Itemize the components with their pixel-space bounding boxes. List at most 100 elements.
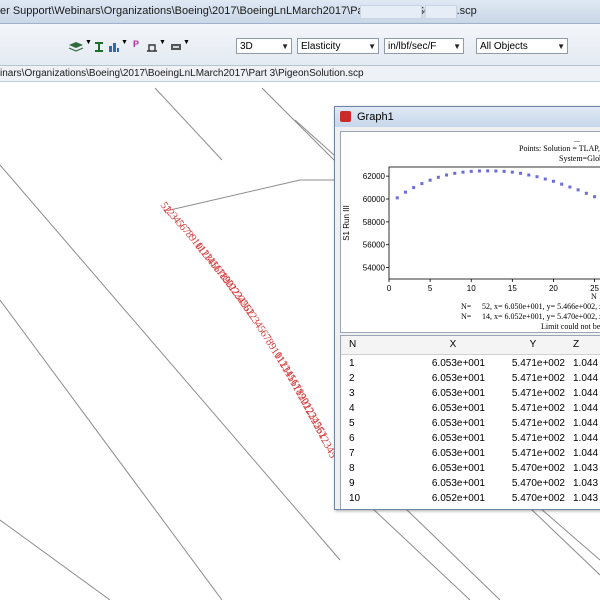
table-cell-z: 1.044 [573,373,599,384]
table-cell-y: 5.471e+002 [511,448,565,459]
table-cell-z: 1.044 [573,388,599,399]
y-tick-label: 58000 [363,218,386,227]
column-header-z[interactable]: Z [573,336,579,354]
table-row[interactable]: 4 6.053e+001 5.471e+002 1.044 [341,401,600,416]
table-cell-x: 6.052e+001 [431,493,485,504]
y-axis-label: S1 Run III [342,205,351,241]
model-edge-line [0,299,223,600]
table-row[interactable]: 8 6.053e+001 5.470e+002 1.043 [341,461,600,476]
table-cell-x: 6.053e+001 [431,433,485,444]
table-cell-z: 1.044 [573,358,599,369]
table-cell-z: 1.044 [573,448,599,459]
scatter-chart: 54000560005800060000620000 5 10 15 20 25S1 Ru… [342,166,600,293]
table-row[interactable]: 6 6.053e+001 5.471e+002 1.044 [341,431,600,446]
units-value: in/lbf/sec/F [388,41,437,52]
table-cell-x: 6.053e+001 [431,358,485,369]
analysis-type-select[interactable]: Elasticity ▼ [297,38,379,54]
plot-p-icon[interactable]: P [133,39,141,49]
table-cell-x: 6.053e+001 [431,418,485,429]
node-label-cluster[interactable]: 5212345678910111213141516171819202122232… [158,200,339,461]
data-point [568,185,572,189]
x-axis-letter: N [591,292,597,301]
data-point [428,178,432,182]
table-cell-z: 1.044 [573,403,599,414]
view-mode-value: 3D [240,41,253,52]
dropdown-arrow-icon[interactable]: ▼ [159,39,166,49]
model-edge-line [154,87,223,161]
table-cell-y: 5.471e+002 [511,388,565,399]
table-cell-z: 1.043 [573,478,599,489]
table-cell-n: 6 [349,433,355,444]
table-row[interactable]: 5 6.053e+001 5.471e+002 1.044 [341,416,600,431]
load-icon[interactable] [170,39,182,50]
table-cell-y: 5.471e+002 [511,433,565,444]
table-row[interactable]: 10 6.052e+001 5.470e+002 1.043 [341,491,600,506]
column-header-x[interactable]: X [421,336,485,354]
file-path-bar: inars\Organizations\Boeing\2017\BoeingLn… [0,66,600,82]
table-row[interactable]: 7 6.053e+001 5.471e+002 1.044 [341,446,600,461]
table-cell-n: 1 [349,358,355,369]
data-point [420,182,424,186]
table-row[interactable]: 3 6.053e+001 5.471e+002 1.044 [341,386,600,401]
table-cell-x: 6.053e+001 [431,448,485,459]
data-point [519,171,523,175]
data-point [535,175,539,179]
table-cell-x: 6.053e+001 [431,463,485,474]
view-mode-select[interactable]: 3D ▼ [236,38,292,54]
data-point [453,171,457,175]
model-edge-line [261,87,335,161]
graph-window[interactable]: Graph1 ... Points: Solution = TLAP, r Sy… [334,106,600,510]
x-tick-label: 0 [387,284,392,293]
table-cell-n: 8 [349,463,355,474]
units-select[interactable]: in/lbf/sec/F ▼ [384,38,464,54]
data-point [469,169,473,173]
graph-title-bar[interactable]: Graph1 [335,107,600,127]
table-cell-x: 6.053e+001 [431,388,485,399]
annotation-points: Points: Solution = TLAP, r [519,144,600,153]
data-point [395,196,399,200]
column-header-n[interactable]: N [349,336,356,354]
data-point [403,190,407,194]
model-edge-line [169,179,301,211]
table-row[interactable]: 1 6.053e+001 5.471e+002 1.044 [341,356,600,371]
dropdown-arrow-icon[interactable]: ▼ [183,39,190,49]
data-point [494,169,498,173]
table-cell-z: 1.043 [573,463,599,474]
graph-app-icon [340,111,351,122]
table-cell-x: 6.053e+001 [431,478,485,489]
table-cell-y: 5.471e+002 [511,403,565,414]
graph-title: Graph1 [357,111,394,123]
data-point [436,175,440,179]
bar-chart-icon[interactable] [108,39,120,52]
object-filter-select[interactable]: All Objects ▼ [476,38,568,54]
data-point [510,170,514,174]
data-point [445,173,449,177]
beam-icon[interactable] [94,39,104,52]
data-point [584,191,588,195]
table-row[interactable]: 2 6.053e+001 5.471e+002 1.044 [341,371,600,386]
dropdown-arrow-icon[interactable]: ▼ [121,39,128,49]
table-row[interactable]: 9 6.053e+001 5.470e+002 1.043 [341,476,600,491]
layer-icon[interactable] [68,39,84,52]
title-ghost-field [425,5,457,19]
x-tick-label: 20 [549,284,558,293]
annotation-n-label-1: N= [461,302,472,311]
support-icon[interactable] [146,39,158,52]
data-point [486,169,490,173]
data-point [551,179,555,183]
model-edge-line [294,119,335,156]
dropdown-arrow-icon[interactable]: ▼ [85,39,92,49]
file-path: inars\Organizations\Boeing\2017\BoeingLn… [0,68,364,79]
annotation-line-1: 52, x= 6.050e+001, y= 5.466e+002, z= 1.0 [482,302,600,311]
table-cell-y: 5.471e+002 [511,358,565,369]
results-table[interactable]: N X Y Z 1 6.053e+001 5.471e+002 1.044 2 6.053… [340,335,600,509]
column-header-y[interactable]: Y [501,336,565,354]
table-cell-n: 3 [349,388,355,399]
table-cell-y: 5.470e+002 [511,478,565,489]
y-tick-label: 56000 [363,241,386,250]
table-cell-n: 4 [349,403,355,414]
table-cell-n: 9 [349,478,355,489]
table-cell-n: 5 [349,418,355,429]
table-cell-n: 10 [349,493,361,504]
chevron-down-icon: ▼ [557,42,565,51]
